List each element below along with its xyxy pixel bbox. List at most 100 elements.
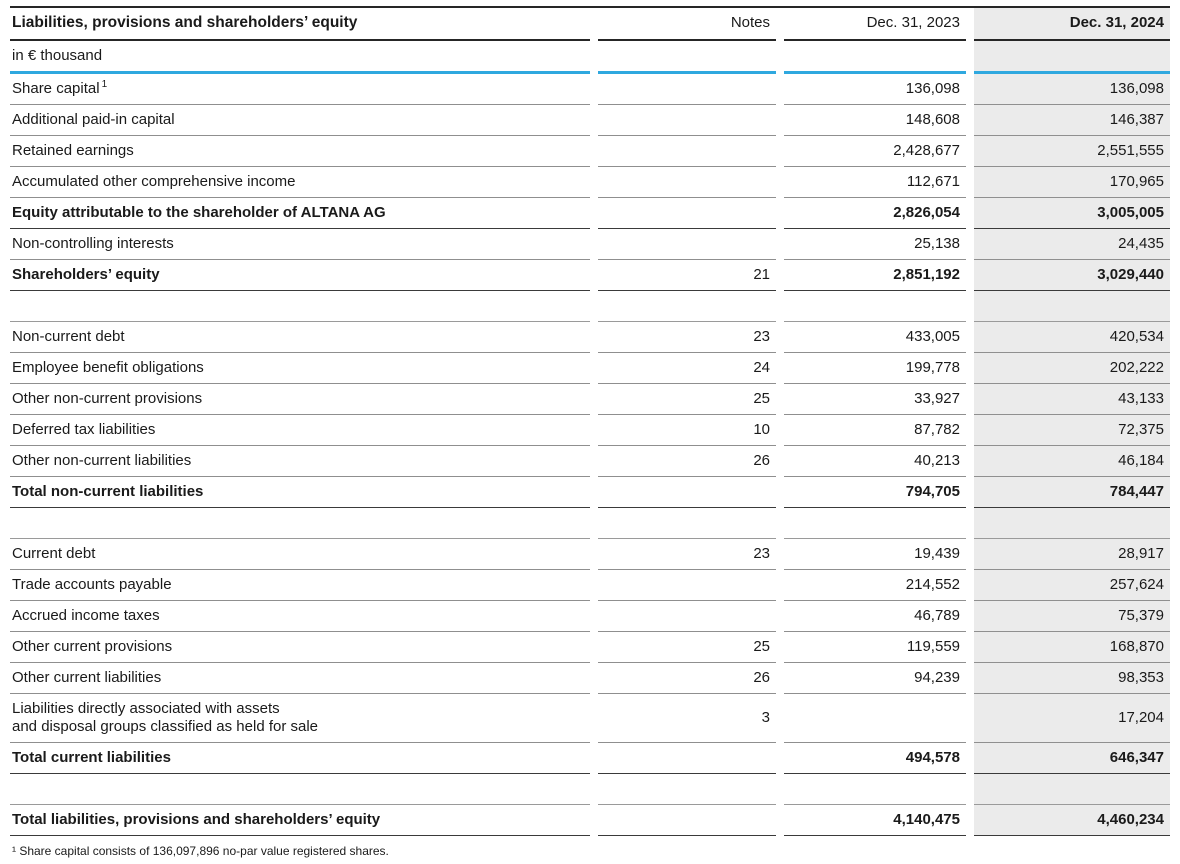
row-note: 25 (598, 384, 776, 415)
footnote: ¹ Share capital consists of 136,097,896 … (10, 836, 1170, 859)
unit-label: in € thousand (10, 41, 590, 74)
table-row: Retained earnings 2,428,677 2,551,555 (10, 136, 1170, 167)
spacer-cell (598, 774, 776, 805)
row-value-2024: 4,460,234 (974, 805, 1170, 836)
table-row: Trade accounts payable 214,552 257,624 (10, 570, 1170, 601)
table-row: Non-current debt 23 433,005 420,534 (10, 322, 1170, 353)
table-row: Other current provisions 25 119,559 168,870 (10, 632, 1170, 663)
row-value-2024: 17,204 (974, 694, 1170, 743)
table-row: Equity attributable to the shareholder o… (10, 198, 1170, 229)
table-row: Current debt2319,43928,917 (10, 539, 1170, 570)
row-value-2024: 257,624 (974, 570, 1170, 601)
row-value-2023: 25,138 (784, 229, 966, 260)
row-value-2024: 3,029,440 (974, 260, 1170, 291)
spacer-row (10, 774, 1170, 805)
table-row: Accumulated other comprehensive income11… (10, 167, 1170, 198)
row-note: 21 (598, 260, 776, 291)
row-value-2023: 494,578 (784, 743, 966, 774)
row-note (598, 105, 776, 136)
spacer-cell (10, 774, 590, 805)
row-note: 25 (598, 632, 776, 663)
row-label: Non-current debt (10, 322, 590, 353)
row-value-2024: 3,005,005 (974, 198, 1170, 229)
table-row: Employee benefit obligations 24 199,778 202… (10, 353, 1170, 384)
row-label: Additional paid-in capital (10, 105, 590, 136)
row-value-2023: 136,098 (784, 74, 966, 105)
row-value-2023: 46,789 (784, 601, 966, 632)
row-note: 3 (598, 694, 776, 743)
row-value-2023: 112,671 (784, 167, 966, 198)
column-header-notes: Notes (598, 8, 776, 41)
row-value-2023: 4,140,475 (784, 805, 966, 836)
row-value-2024: 24,435 (974, 229, 1170, 260)
row-value-2024: 784,447 (974, 477, 1170, 508)
row-value-2024: 46,184 (974, 446, 1170, 477)
table-row: Other non-current provisions2533,92743,1… (10, 384, 1170, 415)
row-value-2023: 199,778 (784, 353, 966, 384)
spacer-cell (784, 508, 966, 539)
row-note (598, 74, 776, 105)
unit-row: in € thousand (10, 41, 1170, 74)
table-title: Liabilities, provisions and shareholders… (10, 8, 590, 41)
row-value-2024: 2,551,555 (974, 136, 1170, 167)
row-note: 24 (598, 353, 776, 384)
spacer-cell (974, 291, 1170, 322)
row-value-2024: 420,534 (974, 322, 1170, 353)
row-label: Total non-current liabilities (10, 477, 590, 508)
row-note: 23 (598, 539, 776, 570)
row-note (598, 805, 776, 836)
row-note (598, 198, 776, 229)
row-label: Other non-current liabilities (10, 446, 590, 477)
spacer-cell (10, 508, 590, 539)
row-value-2024: 168,870 (974, 632, 1170, 663)
row-label: Deferred tax liabilities (10, 415, 590, 446)
row-value-2024: 136,098 (974, 74, 1170, 105)
row-value-2023: 119,559 (784, 632, 966, 663)
unit-row-cell (784, 41, 966, 74)
unit-row-cell (974, 41, 1170, 74)
row-label: Total liabilities, provisions and shareh… (10, 805, 590, 836)
row-label: Share capital1 (10, 74, 590, 105)
row-label: Other current provisions (10, 632, 590, 663)
column-header-dec-31-2024: Dec. 31, 2024 (974, 8, 1170, 41)
unit-row-cell (598, 41, 776, 74)
row-value-2024: 646,347 (974, 743, 1170, 774)
row-label: Liabilities directly associated with ass… (10, 694, 590, 743)
row-value-2023 (784, 694, 966, 743)
row-label: Equity attributable to the shareholder o… (10, 198, 590, 229)
row-label: Trade accounts payable (10, 570, 590, 601)
row-label: Employee benefit obligations (10, 353, 590, 384)
row-value-2023: 2,851,192 (784, 260, 966, 291)
liabilities-equity-table: Liabilities, provisions and shareholders… (2, 8, 1178, 836)
row-value-2023: 214,552 (784, 570, 966, 601)
row-label: Current debt (10, 539, 590, 570)
balance-sheet-table: Liabilities, provisions and shareholders… (10, 6, 1170, 836)
row-note: 26 (598, 446, 776, 477)
table-header-row: Liabilities, provisions and shareholders… (10, 8, 1170, 41)
table-row: Share capital1 136,098 136,098 (10, 74, 1170, 105)
row-note (598, 570, 776, 601)
row-note (598, 743, 776, 774)
row-note (598, 136, 776, 167)
spacer-cell (10, 291, 590, 322)
spacer-cell (974, 508, 1170, 539)
row-value-2023: 33,927 (784, 384, 966, 415)
row-label: Shareholders’ equity (10, 260, 590, 291)
financial-statement-page: Liabilities, provisions and shareholders… (10, 6, 1170, 859)
row-value-2023: 19,439 (784, 539, 966, 570)
row-value-2023: 433,005 (784, 322, 966, 353)
row-value-2024: 98,353 (974, 663, 1170, 694)
row-value-2023: 2,428,677 (784, 136, 966, 167)
row-value-2023: 148,608 (784, 105, 966, 136)
spacer-cell (598, 291, 776, 322)
row-note (598, 167, 776, 198)
row-label: Retained earnings (10, 136, 590, 167)
row-note: 23 (598, 322, 776, 353)
table-row: Accrued income taxes46,78975,379 (10, 601, 1170, 632)
spacer-cell (598, 508, 776, 539)
table-row: Total liabilities, provisions and shareh… (10, 805, 1170, 836)
row-note (598, 601, 776, 632)
row-value-2024: 170,965 (974, 167, 1170, 198)
row-value-2024: 202,222 (974, 353, 1170, 384)
row-value-2024: 72,375 (974, 415, 1170, 446)
